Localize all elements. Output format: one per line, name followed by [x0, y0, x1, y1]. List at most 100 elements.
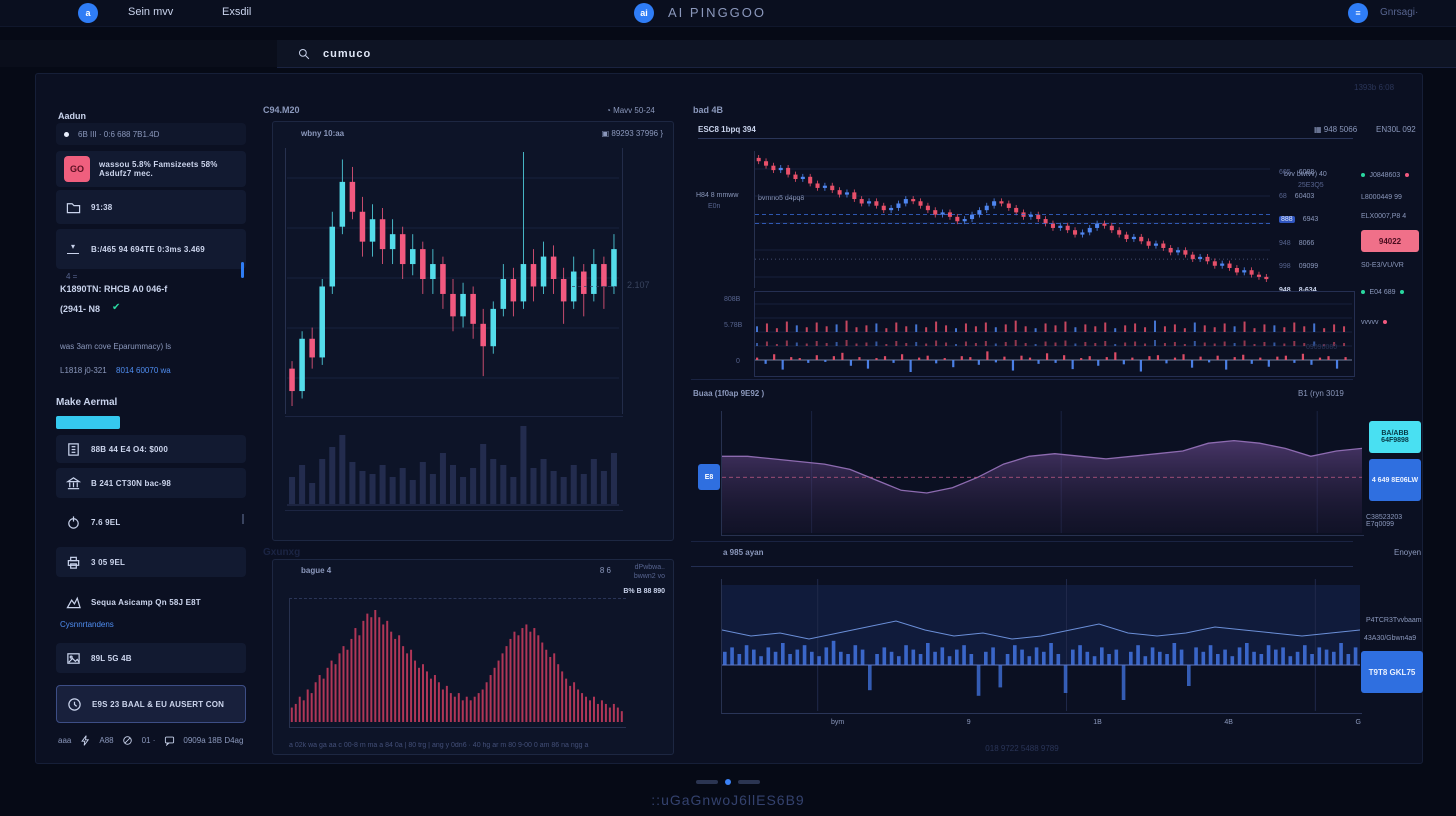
camera-mini-icon: ▣ [602, 129, 612, 138]
footer-text: ::uGaGnwoJ6llES6B9 [0, 792, 1456, 808]
sidebar-item-label: 89L 5G 4B [91, 654, 132, 663]
red-dot-icon [1383, 320, 1387, 324]
search-input[interactable] [321, 47, 625, 61]
sidebar-section-label: Aadun [58, 111, 86, 121]
sidebar-item-mountain[interactable]: Sequa Asicamp Qn 58J E8T [56, 587, 246, 617]
center-chart-period[interactable]: ◔ Mavv 50-24 [606, 106, 655, 115]
sidebar-meta-row[interactable]: 6B III · 0:6 688 7B1.4D [56, 123, 246, 145]
candlestick-card: wbny 10:aa ▣ 89293 37996 } 2.107 [272, 121, 674, 541]
order-list: J0848603 L8000449 99 ELX0007,P8 4 94022 … [1361, 164, 1423, 329]
green-dot-icon [1361, 290, 1365, 294]
activity-underline [691, 566, 1353, 567]
page-dash-2[interactable] [738, 780, 760, 784]
sidebar-item-building[interactable]: 88B 44 E4 O4: $000 [56, 435, 246, 463]
axis-tick-highlight: 888 [1279, 216, 1295, 223]
histogram-card-label: bague 4 [301, 566, 331, 575]
axis-value: 60403 [1295, 193, 1314, 200]
sidebar-item-bank[interactable]: B 241 CT30N bac-98 [56, 468, 246, 498]
sidebar-item-label: 88B 44 E4 O4: $000 [91, 445, 168, 454]
sidebar-note-1a: K1890TN: RHCB A0 046-f [60, 284, 167, 294]
histogram-legend-1: dPwbwa.. [635, 564, 665, 571]
axis-tick: 948 [1279, 240, 1291, 247]
annotation-left-2: E0n [708, 203, 720, 210]
area-panel-right: B1 (ryn 3019 [1298, 389, 1344, 398]
histogram-stats: B% B 88 890 [623, 588, 665, 595]
sidebar-item-folder[interactable]: 91:38 [56, 190, 246, 224]
order-row[interactable]: S0-E3/VU/VR [1361, 262, 1423, 269]
nav-item-2[interactable]: Exsdil [222, 6, 251, 18]
green-dot-icon [1400, 290, 1404, 294]
page-dash-1[interactable] [696, 780, 718, 784]
sidebar-item-go[interactable]: GO wassou 5.8% Famsizeets 58% Asdufz7 me… [56, 151, 246, 187]
brand-logo-icon: ai [634, 3, 654, 23]
x-tick: G [1356, 719, 1361, 726]
trade-button[interactable]: T9T8 GKL75 [1361, 651, 1423, 693]
sidebar-item-power[interactable]: 7.6 9EL [56, 507, 246, 537]
sidebar-footer-4: 0909a 18B D4ag [183, 736, 243, 745]
check-shield-icon: ✔ [112, 302, 120, 313]
search-field[interactable] [277, 40, 1456, 68]
account-label[interactable]: Gnrsagi· [1380, 7, 1418, 18]
sidebar-item-trend[interactable]: ▾ B:/465 94 694TE 0:3ms 3.469 [56, 229, 246, 269]
axis-tick: 998 [1279, 263, 1291, 270]
app-logo-icon[interactable]: a [78, 3, 98, 23]
page-dot-active[interactable] [725, 779, 731, 785]
sidebar-item-label: B:/465 94 694TE 0:3ms 3.469 [91, 245, 205, 254]
sell-button[interactable]: 94022 [1361, 230, 1419, 252]
indicator-faint-label: 09098080 [1306, 344, 1337, 351]
chat-icon[interactable] [163, 731, 175, 749]
power-icon [64, 513, 82, 531]
area-left-badge[interactable]: E8 [698, 464, 720, 490]
order-row[interactable]: ELX0007,P8 4 [1361, 213, 1423, 220]
status-dot-icon [64, 132, 69, 137]
ghost-title: Gxunxg [263, 547, 300, 558]
account-icon[interactable]: ≡ [1348, 3, 1368, 23]
candlestick-card-value[interactable]: ▣ 89293 37996 } [602, 129, 663, 138]
indicator-label-2: 5.78B [724, 322, 742, 329]
blue-activity-chart [722, 579, 1360, 711]
top-bar: a Sein mvv Exsdil ai AI PINGGOO ≡ Gnrsag… [0, 0, 1456, 27]
blue-action-button[interactable]: 4 649 8E06LW [1369, 459, 1421, 501]
sidebar-progress-label: Make Aermal [56, 397, 117, 408]
activity-footer: 018 9722 5488 9789 [691, 744, 1353, 753]
sidebar-item-printer[interactable]: 3 05 9EL [56, 547, 246, 577]
axis-value: 8066 [1299, 240, 1315, 247]
price-label: 2.107 [627, 280, 650, 290]
x-tick: 9 [967, 719, 971, 726]
building-icon [64, 440, 82, 458]
order-row[interactable]: J0848603 [1361, 164, 1423, 182]
volume-chart [287, 420, 619, 506]
order-row[interactable]: L8000449 99 [1361, 194, 1423, 201]
green-dot-icon [1361, 173, 1365, 177]
symbol-label[interactable]: ESC8 1bpq 394 [698, 125, 756, 134]
mountain-icon [64, 593, 82, 611]
sidebar-item-link[interactable]: Cysnnrtandens [60, 620, 114, 629]
histogram-frame [289, 598, 626, 728]
y-axis-line [285, 148, 286, 414]
order-row[interactable]: vvvvv [1361, 311, 1423, 329]
slash-circle-icon[interactable] [122, 731, 134, 749]
sidebar-item-label: E9S 23 BAAL & EU AUSERT CON [92, 700, 224, 709]
indicator-label-1: 808B [724, 296, 740, 303]
tr-candlestick-chart [755, 151, 1270, 286]
center-chart-title: C94.M20 [263, 105, 300, 115]
sidebar-item-clock[interactable]: E9S 23 BAAL & EU AUSERT CON [56, 685, 246, 723]
panel-divider-1 [691, 379, 1353, 380]
sidebar-item-image[interactable]: 89L 5G 4B [56, 643, 246, 673]
sidebar-footer-1: aaa [58, 736, 71, 745]
sidebar-item-label: wassou 5.8% Famsizeets 58% Asdufz7 mec. [99, 160, 238, 178]
corner-value: EN30L 092 [1376, 125, 1416, 134]
sidebar-note-2c[interactable]: 8014 60070 wa [116, 366, 171, 375]
cyan-action-button[interactable]: BA/ABB 64F9898 [1369, 421, 1421, 453]
order-row[interactable]: E04 689 [1361, 281, 1423, 299]
search-bar [0, 40, 1456, 67]
pagination [0, 779, 1456, 785]
bolt-icon[interactable] [79, 731, 91, 749]
sidebar-item-label: 7.6 9EL [91, 518, 120, 527]
sidebar-scrollbar[interactable] [241, 262, 244, 278]
nav-item-1[interactable]: Sein mvv [128, 6, 173, 18]
candlestick-card-label: wbny 10:aa [301, 129, 344, 138]
price-axis: 6056088 6860403 8886943 9488066 99809099… [1279, 169, 1359, 294]
sidebar-note-2a: was 3am cove Eparummacy) ls [60, 342, 171, 351]
symbol-underline [698, 138, 1353, 139]
